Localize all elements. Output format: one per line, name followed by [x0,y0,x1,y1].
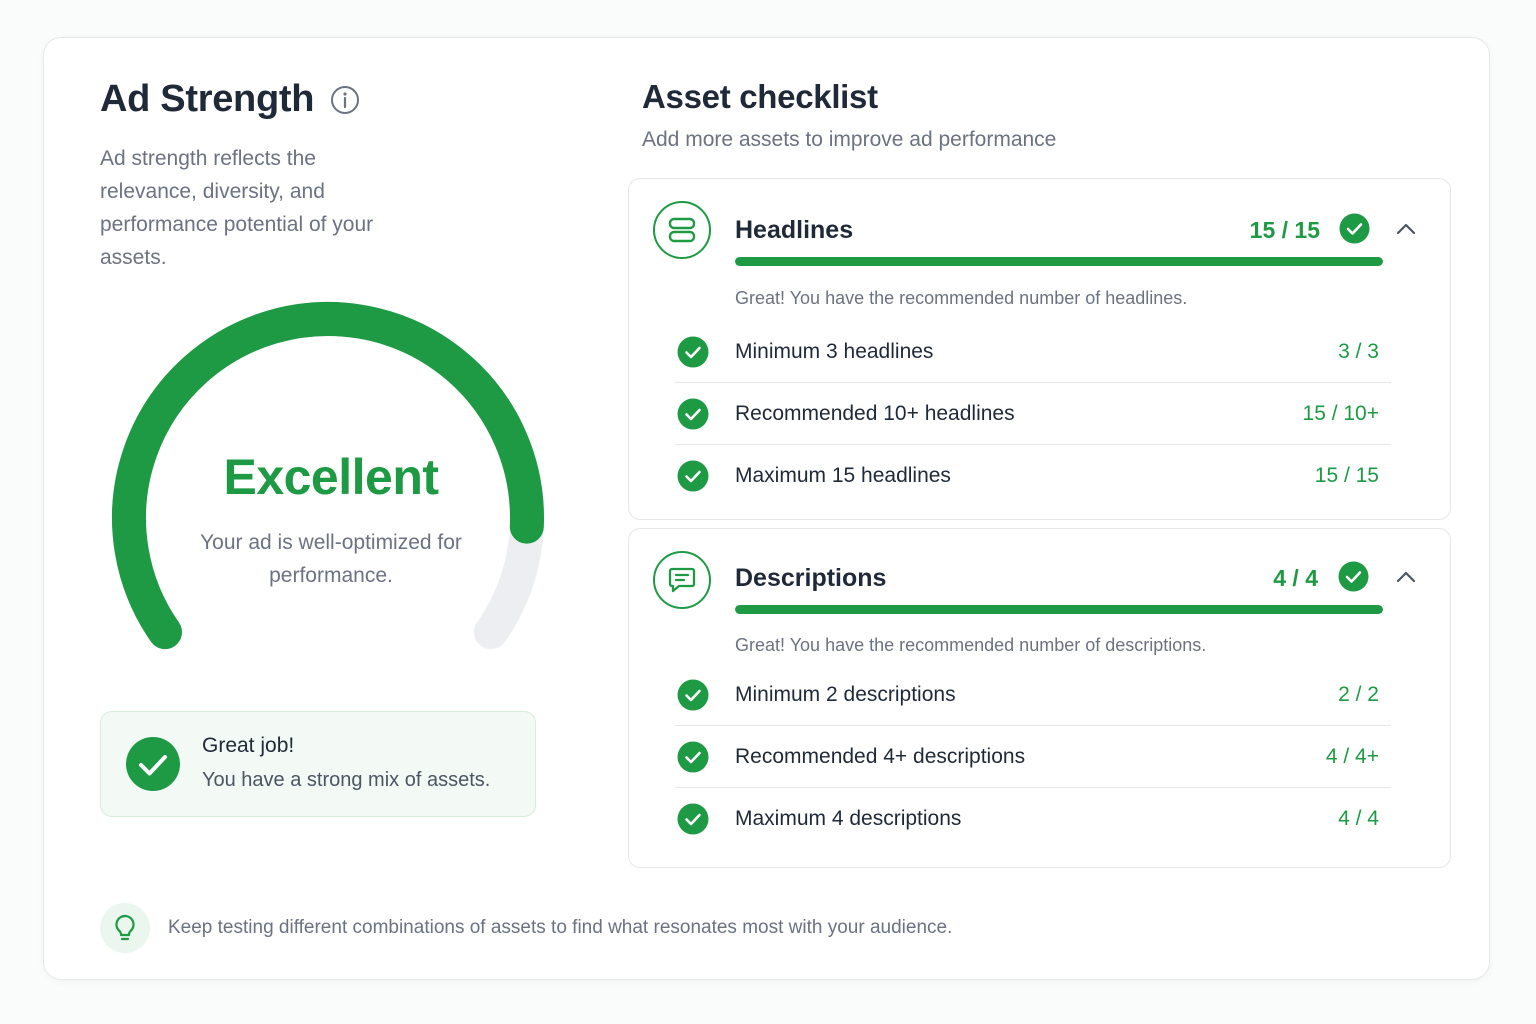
descriptions-message: Great! You have the recommended number o… [735,635,1207,655]
row-label: Maximum 4 descriptions [735,807,962,830]
checklist-row: Recommended 10+ headlines 15 / 10+ [675,383,1391,445]
row-value: 3 / 3 [1338,340,1379,363]
check-circle-icon [677,741,709,773]
rating-text: Excellent [223,449,439,505]
headlines-title: Headlines [735,216,854,244]
checklist-row: Recommended 4+ descriptions 4 / 4+ [675,726,1391,788]
row-value: 15 / 15 [1314,464,1379,487]
headlines-message: Great! You have the recommended number o… [735,288,1188,308]
great-job-banner: Great job! You have a strong mix of asse… [100,711,536,817]
checklist-row: Maximum 15 headlines 15 / 15 [675,445,1391,507]
check-circle-icon [1338,561,1369,592]
row-value: 4 / 4 [1338,807,1379,830]
row-value: 4 / 4+ [1325,745,1379,768]
asset-checklist-title: Asset checklist [642,78,878,115]
checklist-row: Minimum 2 descriptions 2 / 2 [675,664,1391,726]
check-circle-icon [677,679,709,711]
ad-strength-description: Ad strength reflects the relevance, dive… [100,147,374,269]
ad-strength-title: Ad Strength [100,78,315,120]
descriptions-count: 4 / 4 [1273,565,1318,591]
check-circle-icon [677,803,709,835]
descriptions-title: Descriptions [735,564,887,592]
headlines-count: 15 / 15 [1249,217,1320,243]
great-job-subtitle: You have a strong mix of assets. [202,769,491,791]
gauge-label: Excellent Your ad is well-optimized for … [96,448,566,592]
row-label: Recommended 4+ descriptions [735,745,1026,768]
headlines-section: Headlines 15 / 15 Great! You have the re… [628,178,1451,520]
check-circle-icon [126,737,180,791]
row-label: Minimum 2 descriptions [735,683,956,706]
info-icon[interactable] [330,85,360,115]
check-circle-icon [1339,213,1370,244]
great-job-title: Great job! [202,734,295,757]
ad-strength-header: Ad Strength [100,78,360,121]
descriptions-progress-fill [735,605,1383,614]
checklist-row: Maximum 4 descriptions 4 / 4 [675,788,1391,850]
row-label: Minimum 3 headlines [735,340,934,363]
chevron-up-icon[interactable] [1393,216,1419,242]
check-circle-icon [677,336,709,368]
descriptions-progress-bar [735,605,1383,614]
checklist-row: Minimum 3 headlines 3 / 3 [675,321,1391,383]
row-value: 2 / 2 [1338,683,1379,706]
rating-subtitle: Your ad is well-optimized for performanc… [200,531,462,587]
tip-text: Keep testing different combinations of a… [168,917,953,938]
row-label: Maximum 15 headlines [735,464,951,487]
descriptions-section: Descriptions 4 / 4 Great! You have the r… [628,528,1451,868]
headlines-progress-bar [735,257,1383,266]
chat-message-icon [653,551,711,609]
check-circle-icon [677,460,709,492]
check-circle-icon [677,398,709,430]
row-value: 15 / 10+ [1302,402,1379,425]
tip-banner: Keep testing different combinations of a… [100,903,952,953]
headlines-progress-fill [735,257,1383,266]
lightbulb-icon [100,903,150,953]
headlines-icon [653,201,711,259]
chevron-up-icon[interactable] [1393,564,1419,590]
row-label: Recommended 10+ headlines [735,402,1015,425]
asset-checklist-subtitle: Add more assets to improve ad performanc… [642,128,1057,151]
